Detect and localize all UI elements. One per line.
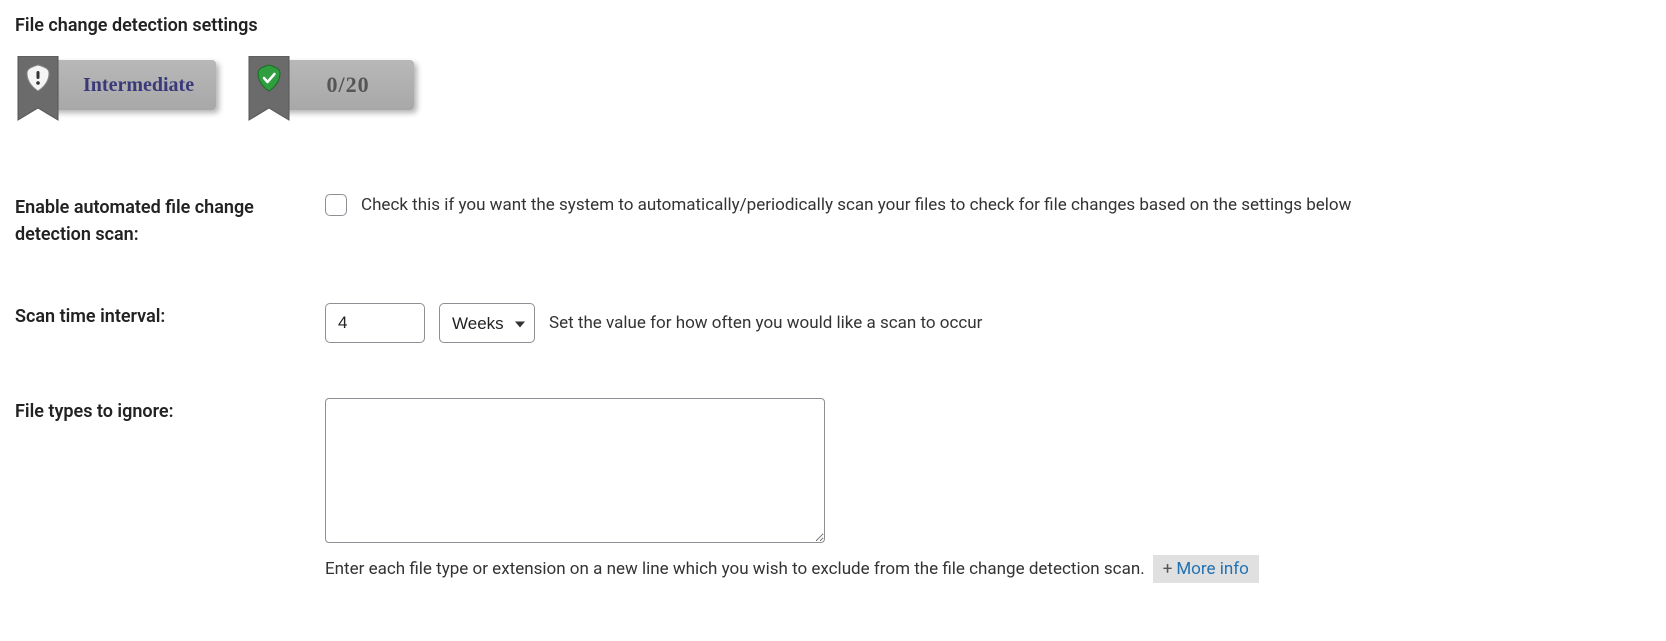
level-badge-label: Intermediate xyxy=(83,74,194,97)
interval-input[interactable] xyxy=(325,303,425,343)
ignore-types-textarea[interactable] xyxy=(325,398,825,543)
badges-row: Intermediate 0/20 xyxy=(15,56,1651,134)
plus-icon: + xyxy=(1163,559,1173,579)
score-badge-value: 0/20 xyxy=(327,72,370,98)
enable-scan-label: Enable automated file change detection s… xyxy=(15,194,325,248)
check-shield-icon xyxy=(246,56,292,134)
enable-scan-checkbox[interactable] xyxy=(325,194,347,216)
exclamation-shield-icon xyxy=(15,56,61,134)
score-badge: 0/20 xyxy=(246,56,414,134)
interval-help: Set the value for how often you would li… xyxy=(549,313,982,333)
more-info-button[interactable]: + More info xyxy=(1153,555,1259,583)
interval-row: Scan time interval: Weeks Set the value … xyxy=(15,303,1651,343)
section-title: File change detection settings xyxy=(15,15,1651,36)
enable-scan-help: Check this if you want the system to aut… xyxy=(361,195,1351,215)
enable-scan-row: Enable automated file change detection s… xyxy=(15,194,1651,248)
ignore-types-label: File types to ignore: xyxy=(15,398,325,425)
ignore-types-help: Enter each file type or extension on a n… xyxy=(325,559,1145,579)
interval-unit-select[interactable]: Weeks xyxy=(439,303,535,343)
more-info-label: More info xyxy=(1176,559,1249,579)
ignore-types-help-row: Enter each file type or extension on a n… xyxy=(325,555,1651,583)
ignore-types-row: File types to ignore: xyxy=(15,398,1651,543)
interval-label: Scan time interval: xyxy=(15,303,325,330)
level-badge: Intermediate xyxy=(15,56,216,134)
